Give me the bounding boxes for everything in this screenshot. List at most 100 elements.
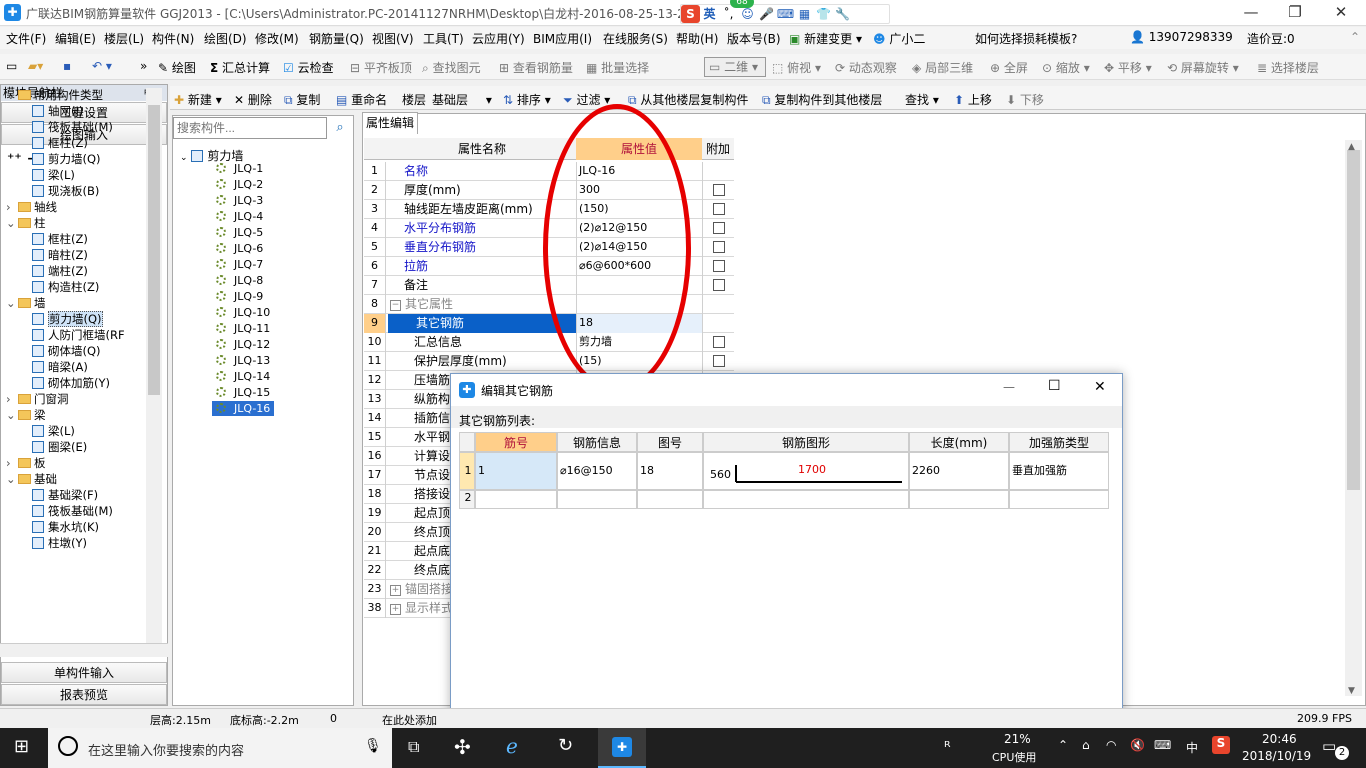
property-row[interactable]: 2 厚度(mm) 300 — [364, 181, 734, 200]
nav-tree-item[interactable]: 砌体加筋(Y) — [32, 376, 110, 391]
menu-floor[interactable]: 楼层(L) — [104, 30, 144, 47]
component-item[interactable]: JLQ-10 — [216, 305, 270, 320]
cell-rebar-info[interactable] — [557, 490, 637, 509]
ime-language[interactable]: 英 — [700, 5, 719, 23]
property-value[interactable]: (150) — [576, 200, 702, 219]
ime-toolbar[interactable]: S 英 ˚, ☺ 🎤 ⌨ ▦ 👕 🔧 — [680, 4, 890, 24]
cell-rebar-shape[interactable]: 560 1700 — [703, 452, 909, 490]
tree-expander-icon[interactable]: ⌄ — [6, 216, 18, 231]
nav-scrollbar-thumb[interactable] — [148, 105, 160, 395]
keyboard-icon[interactable]: ⌨ — [1154, 738, 1171, 752]
menu-draw[interactable]: 绘图(D) — [204, 30, 247, 47]
help-question-link[interactable]: 如何选择损耗模板? — [975, 30, 1077, 47]
nav-tree-item[interactable]: › 轴线 — [6, 200, 57, 215]
menu-component[interactable]: 构件(N) — [152, 30, 194, 47]
nav-tree-item[interactable]: 筏板基础(M) — [32, 504, 113, 519]
nav-tree-item[interactable]: 集水坑(K) — [32, 520, 99, 535]
filter-button[interactable]: ⏷ 过滤 ▾ — [563, 91, 610, 108]
property-row[interactable]: 5 垂直分布钢筋 (2)⌀14@150 — [364, 238, 734, 257]
component-item[interactable]: JLQ-7 — [216, 257, 263, 272]
nav-tree-item[interactable]: ⌄ 墙 — [6, 296, 46, 311]
user-account[interactable]: 👤 13907298339 — [1130, 30, 1233, 44]
property-value[interactable]: (2)⌀14@150 — [576, 238, 702, 257]
cell-figure-no[interactable] — [637, 490, 703, 509]
tray-expand-icon[interactable]: ⌃ — [1058, 738, 1068, 752]
cloud-check-button[interactable]: ☑ 云检查 — [283, 59, 334, 76]
people-icon[interactable]: ᴿ — [944, 738, 951, 756]
component-item[interactable]: JLQ-3 — [216, 193, 263, 208]
nav-hscrollbar[interactable] — [0, 643, 168, 657]
ggj-taskbar-item[interactable]: ✚ — [598, 728, 646, 768]
cell-rebar-type[interactable] — [1009, 490, 1109, 509]
fullscreen-button[interactable]: ⊕ 全屏 — [990, 59, 1028, 76]
pan-button[interactable]: ✥ 平移 ▾ — [1104, 59, 1152, 76]
report-preview-button[interactable]: 报表预览 — [1, 684, 167, 705]
component-item[interactable]: JLQ-16 — [212, 401, 275, 416]
nav-tree-item[interactable]: 梁(L) — [32, 424, 75, 439]
extra-checkbox[interactable] — [713, 203, 725, 215]
undo-icon[interactable]: ↶ ▾ — [92, 59, 112, 73]
group-expander-icon[interactable]: + — [390, 604, 401, 615]
tab-property-edit[interactable]: 属性编辑 — [362, 112, 418, 134]
zoom-button[interactable]: ⊙ 缩放 ▾ — [1042, 59, 1090, 76]
sogou-icon[interactable]: S — [681, 5, 700, 23]
nav-tree-item[interactable]: 端柱(Z) — [32, 264, 88, 279]
delete-button[interactable]: ✕ 删除 — [234, 91, 272, 108]
extra-checkbox[interactable] — [713, 222, 725, 234]
local-3d-button[interactable]: ◈ 局部三维 — [912, 59, 973, 76]
keyboard-icon[interactable]: ⌨ — [776, 5, 795, 23]
extra-checkbox[interactable] — [713, 355, 725, 367]
refresh-app-icon[interactable]: ↻ — [558, 735, 573, 756]
rotate-button[interactable]: ⟲ 屏幕旋转 ▾ — [1167, 59, 1239, 76]
property-row[interactable]: 9 其它钢筋 18 — [364, 314, 734, 333]
nav-tree-item[interactable]: 筏板基础(M) — [32, 120, 113, 135]
property-row[interactable]: 10 汇总信息 剪力墙 — [364, 333, 734, 352]
tree-expander-icon[interactable]: ⌄ — [6, 296, 18, 311]
tree-expander-icon[interactable]: › — [6, 392, 18, 407]
scroll-up-icon[interactable]: ▲ — [1348, 142, 1355, 152]
group-expander-icon[interactable]: + — [390, 585, 401, 596]
dialog-maximize-button[interactable]: ☐ — [1048, 378, 1061, 394]
restore-button[interactable]: ❐ — [1272, 0, 1318, 26]
view-rebar-button[interactable]: ⊞ 查看钢筋量 — [499, 59, 573, 76]
nav-tree-item[interactable]: 梁(L) — [32, 168, 75, 183]
menu-bim[interactable]: BIM应用(I) — [533, 30, 592, 47]
floor-select[interactable]: 基础层 ▾ — [432, 91, 492, 108]
nav-tree-item[interactable]: 现浇板(B) — [32, 184, 99, 199]
menu-edit[interactable]: 编辑(E) — [55, 30, 96, 47]
property-value[interactable] — [576, 276, 702, 295]
extra-checkbox[interactable] — [713, 279, 725, 291]
nav-tree-item[interactable]: 轴网(J) — [32, 104, 83, 119]
tree-expander-icon[interactable]: › — [6, 200, 18, 215]
scroll-down-icon[interactable]: ▼ — [1348, 686, 1355, 696]
nav-tree-item[interactable]: 剪力墙(Q) — [32, 152, 101, 167]
nav-tree-item[interactable]: 基础梁(F) — [32, 488, 98, 503]
component-item[interactable]: JLQ-12 — [216, 337, 270, 352]
component-item[interactable]: JLQ-4 — [216, 209, 263, 224]
property-value[interactable]: 300 — [576, 181, 702, 200]
clock-date[interactable]: 2018/10/19 — [1242, 749, 1311, 763]
menu-collapse-icon[interactable]: ⌃ — [1350, 30, 1360, 44]
property-value[interactable]: JLQ-16 — [576, 162, 702, 181]
tree-expander-icon[interactable]: ⌄ — [6, 472, 18, 487]
property-scrollbar-thumb[interactable] — [1347, 150, 1360, 490]
cell-bar-no[interactable] — [475, 490, 557, 509]
dynamic-view-button[interactable]: ⟳ 动态观察 — [835, 59, 897, 76]
menu-version[interactable]: 版本号(B) — [727, 30, 781, 47]
wifi-icon[interactable]: ◠ — [1106, 738, 1116, 752]
cell-rebar-shape[interactable] — [703, 490, 909, 509]
nav-tree-item[interactable]: 构造柱(Z) — [32, 280, 99, 295]
search-icon[interactable]: ⌕ — [329, 117, 351, 139]
find-button[interactable]: 查找 ▾ — [905, 91, 939, 108]
tree-expander-icon[interactable]: ⌄ — [6, 88, 18, 103]
task-view-icon[interactable]: ⧉ — [408, 737, 419, 757]
nav-tree-item[interactable]: ⌄ 基础 — [6, 472, 57, 487]
cell-figure-no[interactable]: 18 — [637, 452, 703, 490]
property-row[interactable]: 4 水平分布钢筋 (2)⌀12@150 — [364, 219, 734, 238]
microphone-icon[interactable]: 🎙 — [364, 738, 382, 754]
component-item[interactable]: JLQ-15 — [216, 385, 270, 400]
cell-rebar-info[interactable]: ⌀16@150 — [557, 452, 637, 490]
dialog-minimize-button[interactable]: — — [1003, 380, 1015, 394]
property-value[interactable]: ⌀6@600*600 — [576, 257, 702, 276]
sum-calc-button[interactable]: Σ 汇总计算 — [210, 59, 270, 76]
